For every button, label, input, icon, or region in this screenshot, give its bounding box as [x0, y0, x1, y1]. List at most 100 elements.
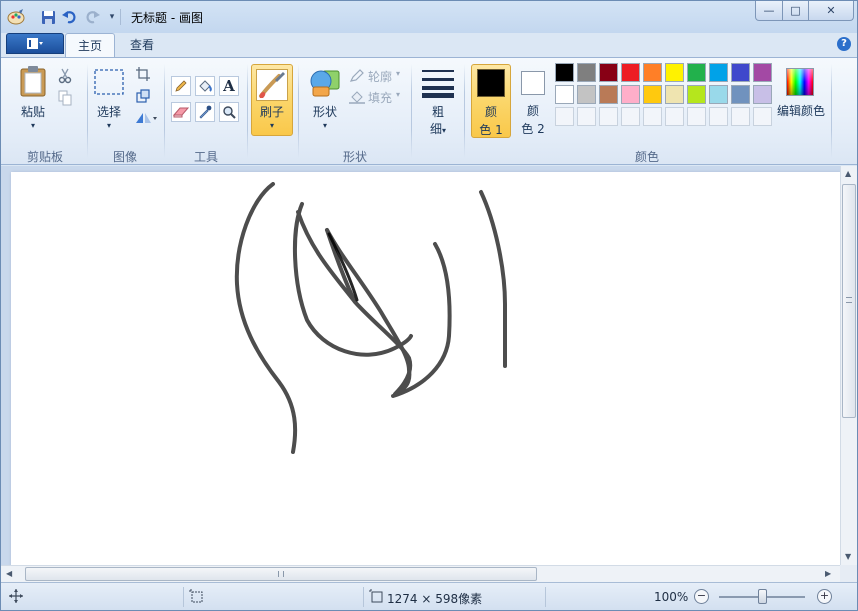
size-label-line1: 粗 [431, 105, 444, 119]
palette-swatch[interactable] [555, 85, 574, 104]
crop-icon[interactable] [133, 64, 153, 84]
outline-label: 轮廓 [368, 70, 393, 84]
palette-custom-slot[interactable] [577, 107, 596, 126]
title-bar: ▾ 无标题 - 画图 — □ ✕ [1, 1, 857, 33]
zoom-out-button[interactable]: − [694, 589, 709, 604]
palette-swatch[interactable] [577, 63, 596, 82]
image-size-icon [369, 589, 383, 606]
palette-custom-slot[interactable] [599, 107, 618, 126]
palette-swatch[interactable] [621, 63, 640, 82]
paint-app-icon[interactable] [7, 8, 25, 26]
line-thickness-icon [422, 70, 454, 98]
color1-label-line1: 颜 [484, 105, 497, 119]
palette-swatch[interactable] [709, 63, 728, 82]
maximize-button[interactable]: □ [782, 1, 809, 21]
palette-swatch[interactable] [555, 63, 574, 82]
rotate-icon[interactable] [133, 108, 159, 128]
palette-swatch[interactable] [599, 63, 618, 82]
rainbow-color-icon [786, 68, 814, 96]
minimize-button[interactable]: — [755, 1, 783, 21]
copy-icon[interactable] [55, 88, 75, 108]
palette-swatch[interactable] [621, 85, 640, 104]
drawing-canvas[interactable] [11, 172, 840, 565]
group-separator [298, 64, 299, 158]
color2-button[interactable]: 颜 色 2 [515, 64, 551, 138]
palette-custom-slot[interactable] [753, 107, 772, 126]
help-icon[interactable]: ? [837, 37, 851, 51]
color1-swatch [477, 69, 505, 97]
palette-swatch[interactable] [665, 85, 684, 104]
palette-custom-slot[interactable] [709, 107, 728, 126]
color-picker-tool[interactable] [195, 102, 215, 122]
vertical-scrollbar[interactable]: ▲ ▼ [840, 166, 857, 565]
palette-swatch[interactable] [753, 85, 772, 104]
palette-swatch[interactable] [643, 63, 662, 82]
brushes-button[interactable]: 刷子 ▾ [251, 64, 293, 136]
palette-swatch[interactable] [753, 63, 772, 82]
palette-swatch[interactable] [599, 85, 618, 104]
horizontal-scrollbar[interactable]: ◀ ▶ [1, 565, 840, 582]
color1-button[interactable]: 颜 色 1 [471, 64, 511, 138]
scroll-left-icon[interactable]: ◀ [6, 569, 12, 578]
text-tool[interactable]: A [219, 76, 239, 96]
palette-custom-slot[interactable] [687, 107, 706, 126]
paint-menu-button[interactable] [6, 33, 64, 54]
tab-view[interactable]: 查看 [118, 33, 166, 57]
paint-window: ▾ 无标题 - 画图 — □ ✕ 主页 查看 ? 粘贴 ▾ 剪贴板 选择 ▾ 图… [0, 0, 858, 611]
paste-dropdown-icon[interactable]: ▾ [15, 121, 51, 130]
fill-button[interactable]: 填充 ▾ [349, 89, 405, 105]
scroll-up-icon[interactable]: ▲ [845, 169, 851, 178]
palette-custom-slot[interactable] [643, 107, 662, 126]
scroll-down-icon[interactable]: ▼ [845, 552, 851, 561]
close-button[interactable]: ✕ [808, 1, 854, 21]
horizontal-scroll-thumb[interactable] [25, 567, 537, 581]
close-icon: ✕ [826, 4, 836, 17]
cut-icon[interactable] [55, 66, 75, 86]
palette-custom-slot[interactable] [621, 107, 640, 126]
paste-button[interactable] [17, 64, 49, 98]
zoom-slider-thumb[interactable] [758, 589, 767, 604]
edit-colors-button[interactable]: 编辑颜色 [777, 64, 825, 140]
palette-swatch[interactable] [665, 63, 684, 82]
eyedropper-icon [199, 105, 212, 119]
palette-swatch[interactable] [731, 63, 750, 82]
window-title: 无标题 - 画图 [131, 11, 203, 25]
select-dropdown-icon[interactable]: ▾ [91, 121, 127, 130]
select-button[interactable] [93, 68, 125, 96]
ribbon: 粘贴 ▾ 剪贴板 选择 ▾ 图像 A 工具 刷子 ▾ 形状 ▾ 轮廓 ▾ 填充 … [1, 57, 857, 165]
zoom-level: 100% [654, 590, 689, 604]
palette-custom-slot[interactable] [555, 107, 574, 126]
customize-toolbar-icon[interactable]: ▾ [103, 8, 121, 26]
size-dropdown-icon: ▾ [442, 126, 447, 135]
resize-icon[interactable] [133, 86, 153, 106]
palette-custom-slot[interactable] [665, 107, 684, 126]
magnifier-tool[interactable] [219, 102, 239, 122]
clipboard-icon [20, 66, 46, 97]
palette-swatch[interactable] [731, 85, 750, 104]
zoom-in-button[interactable]: + [817, 589, 832, 604]
palette-custom-slot[interactable] [731, 107, 750, 126]
tab-home[interactable]: 主页 [65, 33, 116, 57]
fill-tool[interactable] [195, 76, 215, 96]
size-button[interactable]: 粗 细▾ [421, 66, 455, 140]
canvas-workspace [1, 166, 840, 565]
palette-swatch[interactable] [687, 63, 706, 82]
scroll-right-icon[interactable]: ▶ [825, 569, 831, 578]
outline-button[interactable]: 轮廓 ▾ [349, 68, 405, 84]
palette-swatch[interactable] [709, 85, 728, 104]
palette-swatch[interactable] [687, 85, 706, 104]
save-icon[interactable] [39, 8, 57, 26]
redo-icon[interactable] [83, 8, 101, 26]
palette-swatch[interactable] [577, 85, 596, 104]
undo-icon[interactable] [61, 8, 79, 26]
shapes-dropdown-icon[interactable]: ▾ [306, 121, 344, 130]
brush-icon [256, 69, 288, 101]
color2-swatch [521, 71, 545, 95]
shapes-button[interactable] [308, 66, 342, 98]
select-icon [94, 69, 124, 95]
eraser-tool[interactable] [171, 102, 191, 122]
vertical-scroll-thumb[interactable] [842, 184, 856, 418]
magnifier-icon [223, 106, 236, 119]
pencil-tool[interactable] [171, 76, 191, 96]
palette-swatch[interactable] [643, 85, 662, 104]
